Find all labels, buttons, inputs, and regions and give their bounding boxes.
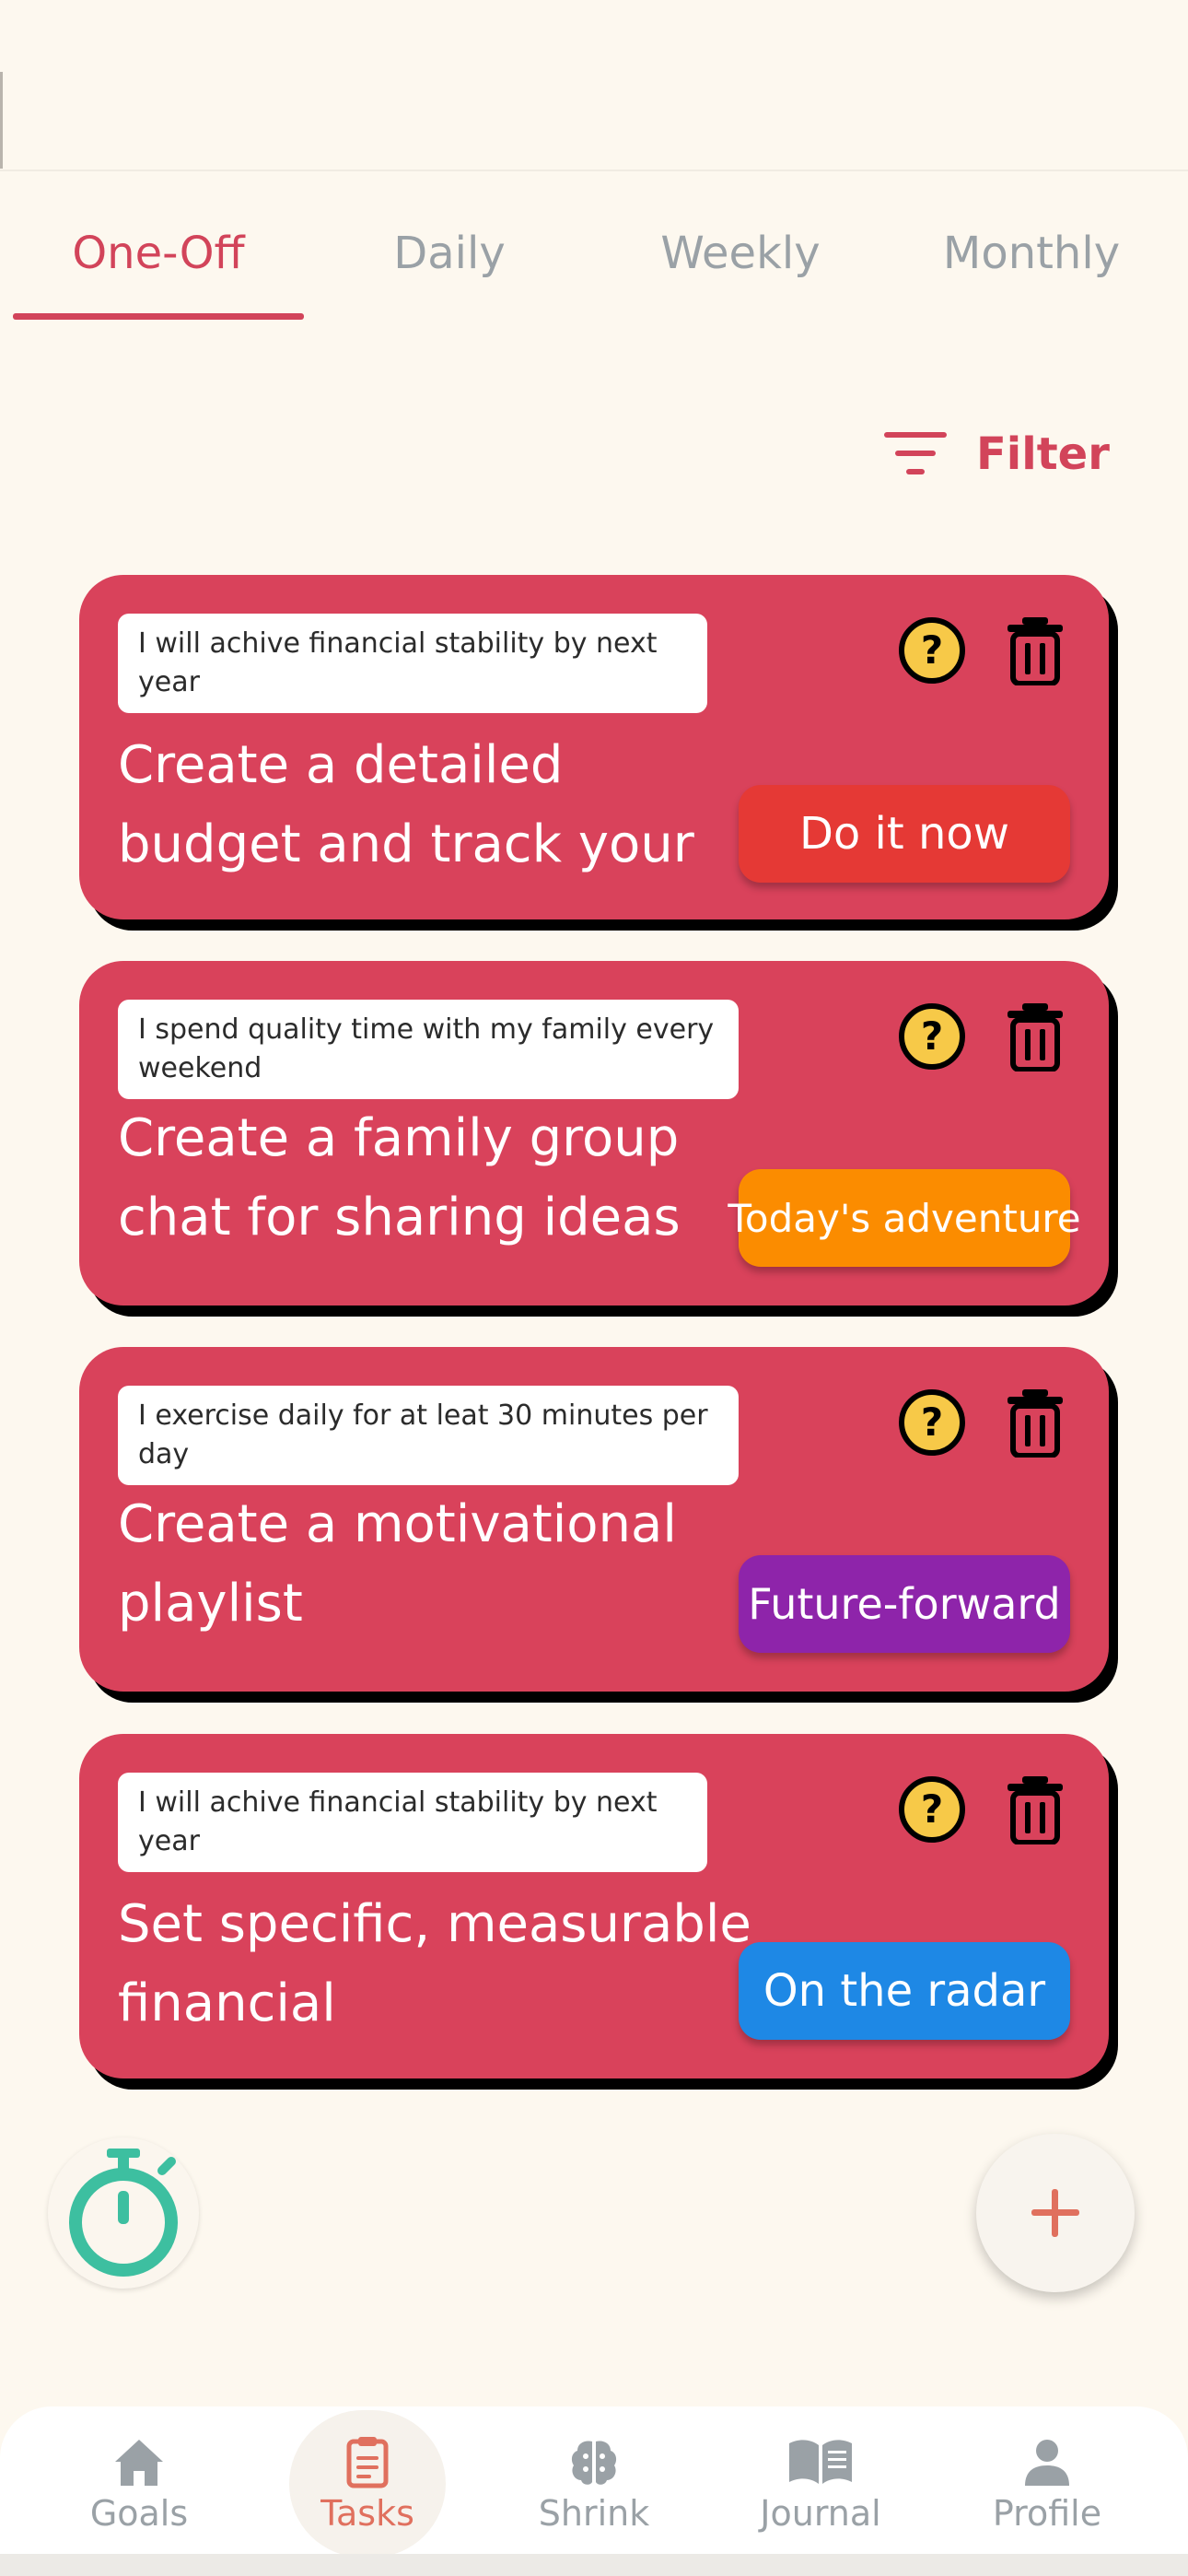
help-icon[interactable]: ? [897, 1388, 967, 1458]
goal-label: I will achive financial stability by nex… [118, 614, 707, 713]
active-tab-indicator [13, 313, 304, 320]
svg-text:?: ? [921, 627, 943, 673]
task-card[interactable]: I spend quality time with my family ever… [79, 961, 1109, 1306]
nav-label: Goals [89, 2493, 189, 2534]
timer-button[interactable] [48, 2137, 199, 2289]
stopwatch-icon [69, 2149, 178, 2277]
top-app-bar [0, 0, 1188, 171]
task-card[interactable]: I exercise daily for at leat 30 minutes … [79, 1347, 1109, 1692]
brain-icon [571, 2441, 617, 2485]
top-bar-edge [0, 72, 3, 169]
help-icon[interactable]: ? [897, 615, 967, 685]
nav-goals[interactable]: Goals [26, 2406, 252, 2561]
nav-profile[interactable]: Profile [934, 2406, 1160, 2561]
goal-label: I will achive financial stability by nex… [118, 1773, 707, 1872]
tab-monthly[interactable]: Monthly [886, 184, 1177, 322]
do-it-now-button[interactable]: Do it now [739, 785, 1070, 883]
nav-label: Tasks [320, 2493, 414, 2534]
nav-shrink[interactable]: Shrink [481, 2406, 707, 2561]
svg-text:?: ? [921, 1399, 943, 1445]
svg-text:?: ? [921, 1013, 943, 1059]
task-frequency-tabs: One-Off Daily Weekly Monthly [0, 184, 1188, 324]
nav-label: Journal [760, 2493, 881, 2534]
person-icon [1025, 2440, 1069, 2486]
goal-label: I spend quality time with my family ever… [118, 1000, 739, 1099]
help-icon[interactable]: ? [897, 1774, 967, 1844]
nav-journal[interactable]: Journal [707, 2406, 934, 2561]
filter-label: Filter [976, 428, 1110, 480]
nav-tasks[interactable]: Tasks [254, 2406, 481, 2561]
tab-daily[interactable]: Daily [304, 184, 595, 322]
nav-label: Profile [992, 2493, 1102, 2534]
home-icon [115, 2440, 163, 2486]
trash-icon[interactable] [1006, 1774, 1065, 1844]
task-title: Create a motivational playlist [118, 1494, 677, 1633]
goal-label: I exercise daily for at leat 30 minutes … [118, 1386, 739, 1485]
add-task-button[interactable] [976, 2134, 1135, 2292]
task-title: Create a detailed budget and track your [118, 735, 694, 874]
task-card[interactable]: I will achive financial stability by nex… [79, 575, 1109, 919]
help-icon[interactable]: ? [897, 1001, 967, 1071]
nav-label: Shrink [538, 2493, 650, 2534]
task-title: Create a family group chat for sharing i… [118, 1108, 681, 1247]
todays-adventure-button[interactable]: Today's adventure [728, 1169, 1081, 1267]
on-the-radar-button[interactable]: On the radar [739, 1942, 1070, 2040]
filter-icon [884, 432, 947, 474]
tab-weekly[interactable]: Weekly [595, 184, 886, 322]
trash-icon[interactable] [1006, 1388, 1065, 1458]
trash-icon[interactable] [1006, 615, 1065, 685]
bottom-navigation: Goals Tasks Shrink Journal Profile [0, 2406, 1188, 2561]
system-gesture-bar [0, 2554, 1188, 2576]
book-icon [789, 2440, 852, 2484]
future-forward-button[interactable]: Future-forward [739, 1555, 1070, 1653]
task-title: Set specific, measurable financial [118, 1894, 751, 2033]
trash-icon[interactable] [1006, 1001, 1065, 1071]
plus-icon [1031, 2189, 1079, 2237]
filter-button[interactable]: Filter [882, 413, 1110, 496]
task-card[interactable]: I will achive financial stability by nex… [79, 1734, 1109, 2078]
clipboard-icon [346, 2437, 389, 2488]
svg-text:?: ? [921, 1786, 943, 1832]
tab-one-off[interactable]: One-Off [13, 184, 304, 322]
